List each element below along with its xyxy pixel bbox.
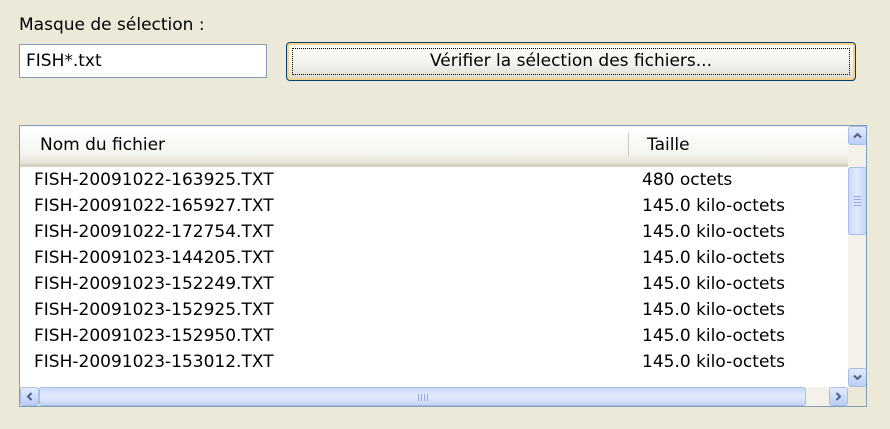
file-size: 145.0 kilo-octets bbox=[642, 248, 785, 268]
table-row[interactable]: FISH-20091022-165927.TXT 145.0 kilo-octe… bbox=[20, 193, 848, 219]
selection-mask-input[interactable]: FISH*.txt bbox=[19, 44, 267, 78]
file-size: 145.0 kilo-octets bbox=[642, 274, 785, 294]
chevron-right-icon bbox=[835, 392, 842, 401]
verify-selection-button[interactable]: Vérifier la sélection des fichiers... bbox=[286, 42, 856, 81]
column-header-size[interactable]: Taille bbox=[629, 126, 848, 164]
file-size: 145.0 kilo-octets bbox=[642, 196, 785, 216]
chevron-up-icon bbox=[853, 132, 862, 139]
file-name: FISH-20091022-172754.TXT bbox=[34, 222, 274, 242]
horizontal-scroll-thumb[interactable] bbox=[39, 387, 806, 406]
file-name: FISH-20091023-144205.TXT bbox=[34, 248, 274, 268]
scrollbar-corner bbox=[848, 387, 866, 406]
file-size: 145.0 kilo-octets bbox=[642, 300, 785, 320]
chevron-down-icon bbox=[853, 374, 862, 381]
file-size: 480 octets bbox=[642, 170, 733, 190]
column-header-filename[interactable]: Nom du fichier bbox=[20, 126, 629, 164]
file-name: FISH-20091023-152950.TXT bbox=[34, 326, 274, 346]
table-row[interactable]: FISH-20091022-163925.TXT 480 octets bbox=[20, 167, 848, 193]
file-list[interactable]: Nom du fichier Taille FISH-20091022-1639… bbox=[19, 125, 867, 407]
selection-mask-label: Masque de sélection : bbox=[19, 15, 205, 35]
vertical-scroll-thumb[interactable] bbox=[848, 167, 866, 235]
table-row[interactable]: FISH-20091023-152950.TXT 145.0 kilo-octe… bbox=[20, 323, 848, 349]
horizontal-scrollbar[interactable] bbox=[20, 387, 848, 406]
table-row[interactable]: FISH-20091023-152249.TXT 145.0 kilo-octe… bbox=[20, 271, 848, 297]
file-name: FISH-20091023-153012.TXT bbox=[34, 352, 274, 372]
file-name: FISH-20091022-165927.TXT bbox=[34, 196, 274, 216]
table-row[interactable]: FISH-20091022-172754.TXT 145.0 kilo-octe… bbox=[20, 219, 848, 245]
vertical-scrollbar[interactable] bbox=[848, 126, 866, 387]
scroll-down-button[interactable] bbox=[848, 368, 866, 387]
file-name: FISH-20091023-152249.TXT bbox=[34, 274, 274, 294]
verify-selection-label: Vérifier la sélection des fichiers... bbox=[430, 51, 712, 71]
file-size: 145.0 kilo-octets bbox=[642, 352, 785, 372]
table-row[interactable]: FISH-20091023-153012.TXT 145.0 kilo-octe… bbox=[20, 349, 848, 375]
table-row[interactable]: FISH-20091023-144205.TXT 145.0 kilo-octe… bbox=[20, 245, 848, 271]
file-list-rows: FISH-20091022-163925.TXT 480 octets FISH… bbox=[20, 167, 848, 375]
file-name: FISH-20091022-163925.TXT bbox=[34, 170, 274, 190]
scroll-up-button[interactable] bbox=[848, 126, 866, 145]
file-size: 145.0 kilo-octets bbox=[642, 326, 785, 346]
chevron-left-icon bbox=[26, 392, 33, 401]
file-name: FISH-20091023-152925.TXT bbox=[34, 300, 274, 320]
table-row[interactable]: FISH-20091023-152925.TXT 145.0 kilo-octe… bbox=[20, 297, 848, 323]
file-size: 145.0 kilo-octets bbox=[642, 222, 785, 242]
scroll-left-button[interactable] bbox=[20, 387, 39, 406]
scroll-right-button[interactable] bbox=[829, 387, 848, 406]
file-list-header: Nom du fichier Taille bbox=[20, 126, 848, 167]
